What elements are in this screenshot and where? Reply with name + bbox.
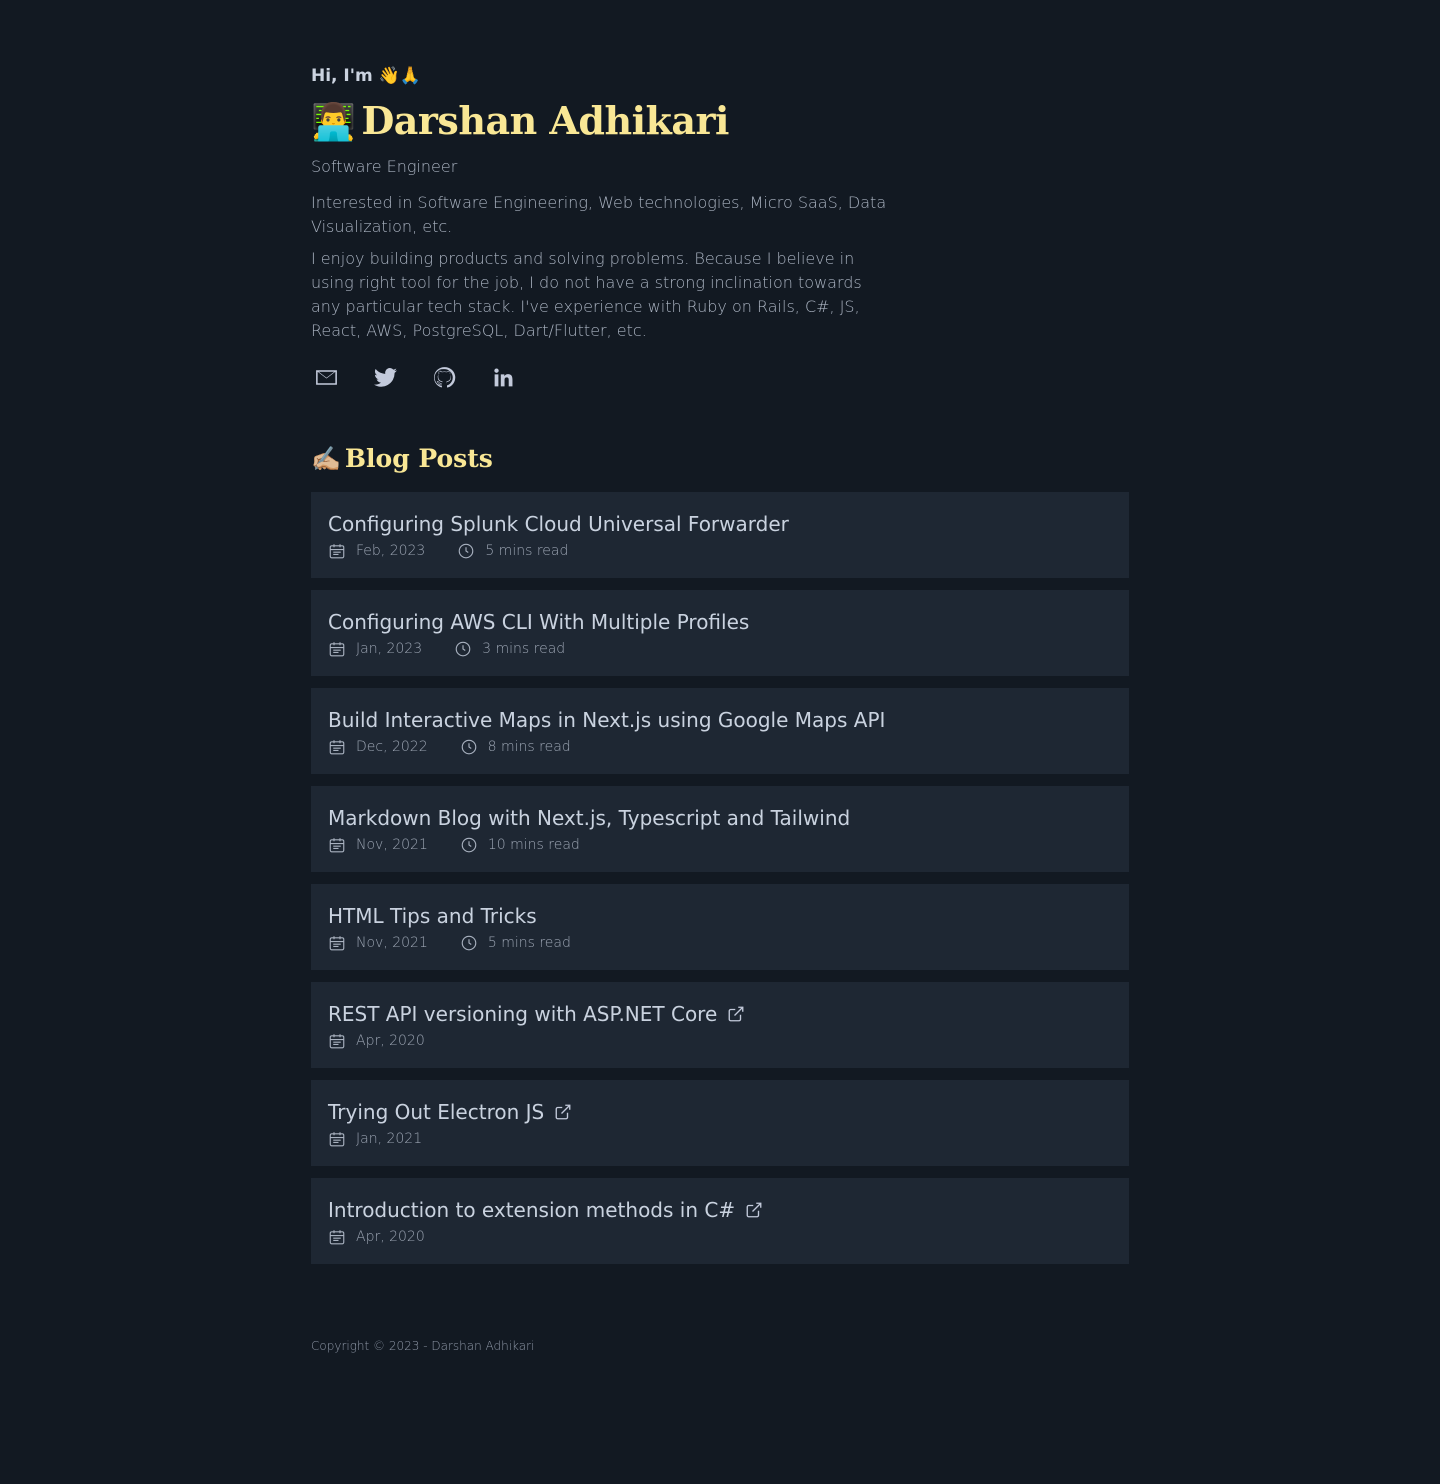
post-title-text: Configuring Splunk Cloud Universal Forwa… bbox=[328, 512, 789, 536]
post-title-text: Markdown Blog with Next.js, Typescript a… bbox=[328, 806, 851, 830]
clock-icon bbox=[460, 738, 478, 756]
github-icon bbox=[432, 365, 457, 394]
post-meta: Feb, 2023 5 mins read bbox=[328, 540, 1112, 562]
blog-post-card[interactable]: Trying Out Electron JS Jan, 2021 bbox=[311, 1080, 1129, 1166]
page-title: 👨‍💻 Darshan Adhikari bbox=[311, 98, 729, 143]
external-link-icon bbox=[727, 1005, 745, 1023]
calendar-icon bbox=[328, 836, 346, 854]
blog-post-card[interactable]: Configuring AWS CLI With Multiple Profil… bbox=[311, 590, 1129, 676]
social-links bbox=[313, 366, 549, 393]
blog-post-card[interactable]: Introduction to extension methods in C# … bbox=[311, 1178, 1129, 1264]
post-read-time: 3 mins read bbox=[482, 641, 566, 657]
post-date: Feb, 2023 bbox=[356, 543, 426, 559]
blog-post-card[interactable]: Build Interactive Maps in Next.js using … bbox=[311, 688, 1129, 774]
post-title-text: Build Interactive Maps in Next.js using … bbox=[328, 708, 886, 732]
external-link-icon bbox=[745, 1201, 763, 1219]
technologist-emoji: 👨‍💻 bbox=[311, 101, 356, 143]
post-meta: Apr, 2020 bbox=[328, 1226, 1112, 1248]
github-link[interactable] bbox=[431, 366, 458, 393]
writing-hand-emoji: ✍🏼 bbox=[311, 444, 341, 473]
post-date: Jan, 2023 bbox=[356, 641, 423, 657]
post-date: Apr, 2020 bbox=[356, 1229, 425, 1245]
twitter-link[interactable] bbox=[372, 366, 399, 393]
blog-post-list: Configuring Splunk Cloud Universal Forwa… bbox=[311, 492, 1129, 1276]
calendar-icon bbox=[328, 1032, 346, 1050]
email-icon bbox=[314, 365, 339, 394]
clock-icon bbox=[460, 836, 478, 854]
post-read-time: 5 mins read bbox=[487, 935, 571, 951]
linkedin-icon bbox=[491, 365, 516, 394]
job-title: Software Engineer bbox=[311, 157, 458, 176]
twitter-icon bbox=[373, 365, 398, 394]
post-meta: Jan, 2021 bbox=[328, 1128, 1112, 1150]
blog-section-title: ✍🏼 Blog Posts bbox=[311, 444, 493, 473]
post-date: Dec, 2022 bbox=[356, 739, 428, 755]
post-read-time: 5 mins read bbox=[485, 543, 569, 559]
clock-icon bbox=[460, 934, 478, 952]
post-title: HTML Tips and Tricks bbox=[328, 903, 1112, 929]
post-read-time: 10 mins read bbox=[487, 837, 580, 853]
about-text: I enjoy building products and solving pr… bbox=[311, 249, 862, 340]
post-title: Trying Out Electron JS bbox=[328, 1099, 1112, 1125]
post-meta: Dec, 2022 8 mins read bbox=[328, 736, 1112, 758]
clock-icon bbox=[454, 640, 472, 658]
post-date: Apr, 2020 bbox=[356, 1033, 425, 1049]
post-date: Jan, 2021 bbox=[356, 1131, 423, 1147]
blog-post-card[interactable]: Markdown Blog with Next.js, Typescript a… bbox=[311, 786, 1129, 872]
interests-text: Interested in Software Engineering, Web … bbox=[311, 193, 887, 236]
calendar-icon bbox=[328, 934, 346, 952]
post-title: REST API versioning with ASP.NET Core bbox=[328, 1001, 1112, 1027]
post-date: Nov, 2021 bbox=[356, 935, 428, 951]
calendar-icon bbox=[328, 1228, 346, 1246]
blog-post-card[interactable]: Configuring Splunk Cloud Universal Forwa… bbox=[311, 492, 1129, 578]
post-title-text: Configuring AWS CLI With Multiple Profil… bbox=[328, 610, 750, 634]
post-read-time: 8 mins read bbox=[487, 739, 571, 755]
post-meta: Nov, 2021 10 mins read bbox=[328, 834, 1112, 856]
post-title: Build Interactive Maps in Next.js using … bbox=[328, 707, 1112, 733]
calendar-icon bbox=[328, 640, 346, 658]
post-meta: Jan, 2023 3 mins read bbox=[328, 638, 1112, 660]
linkedin-link[interactable] bbox=[490, 366, 517, 393]
copyright-footer: Copyright © 2023 - Darshan Adhikari bbox=[311, 1339, 535, 1353]
author-name: Darshan Adhikari bbox=[361, 98, 729, 143]
post-title-text: REST API versioning with ASP.NET Core bbox=[328, 1002, 718, 1026]
post-title-text: HTML Tips and Tricks bbox=[328, 904, 537, 928]
blog-post-card[interactable]: HTML Tips and Tricks Nov, 2021 5 mins re… bbox=[311, 884, 1129, 970]
clock-icon bbox=[457, 542, 475, 560]
post-date: Nov, 2021 bbox=[356, 837, 428, 853]
post-title: Markdown Blog with Next.js, Typescript a… bbox=[328, 805, 1112, 831]
post-title: Introduction to extension methods in C# bbox=[328, 1197, 1112, 1223]
post-title: Configuring AWS CLI With Multiple Profil… bbox=[328, 609, 1112, 635]
email-link[interactable] bbox=[313, 366, 340, 393]
post-title: Configuring Splunk Cloud Universal Forwa… bbox=[328, 511, 1112, 537]
blog-title-text: Blog Posts bbox=[344, 444, 493, 473]
calendar-icon bbox=[328, 542, 346, 560]
post-title-text: Introduction to extension methods in C# bbox=[328, 1198, 736, 1222]
greeting: Hi, I'm 👋🙏 bbox=[311, 66, 421, 86]
calendar-icon bbox=[328, 1130, 346, 1148]
blog-post-card[interactable]: REST API versioning with ASP.NET Core Ap… bbox=[311, 982, 1129, 1068]
external-link-icon bbox=[554, 1103, 572, 1121]
post-meta: Nov, 2021 5 mins read bbox=[328, 932, 1112, 954]
calendar-icon bbox=[328, 738, 346, 756]
post-title-text: Trying Out Electron JS bbox=[328, 1100, 545, 1124]
post-meta: Apr, 2020 bbox=[328, 1030, 1112, 1052]
